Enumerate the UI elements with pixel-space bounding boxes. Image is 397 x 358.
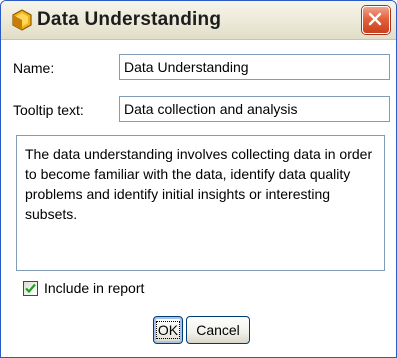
- cancel-button[interactable]: Cancel: [186, 316, 250, 344]
- dialog-window: Data Understanding Name: Tooltip text: T…: [0, 0, 397, 358]
- close-icon: [368, 12, 382, 26]
- dialog-body: Name: Tooltip text: The data understandi…: [1, 40, 396, 357]
- include-in-report-checkbox[interactable]: [23, 280, 38, 296]
- include-in-report-option[interactable]: Include in report: [23, 278, 144, 298]
- name-input[interactable]: [119, 54, 390, 80]
- window-title: Data Understanding: [37, 9, 222, 30]
- include-in-report-label: Include in report: [44, 280, 145, 296]
- checkmark-icon: [25, 283, 36, 293]
- ok-button[interactable]: OK: [153, 316, 183, 344]
- title-bar[interactable]: Data Understanding: [1, 1, 396, 40]
- ok-button-label: OK: [155, 321, 181, 339]
- tooltip-input[interactable]: [119, 96, 390, 122]
- description-textarea[interactable]: The data understanding involves collecti…: [16, 135, 385, 271]
- name-label: Name:: [13, 60, 55, 76]
- close-button[interactable]: [362, 6, 390, 34]
- gold-hexagon-icon: [12, 9, 32, 31]
- tooltip-label: Tooltip text:: [13, 102, 84, 118]
